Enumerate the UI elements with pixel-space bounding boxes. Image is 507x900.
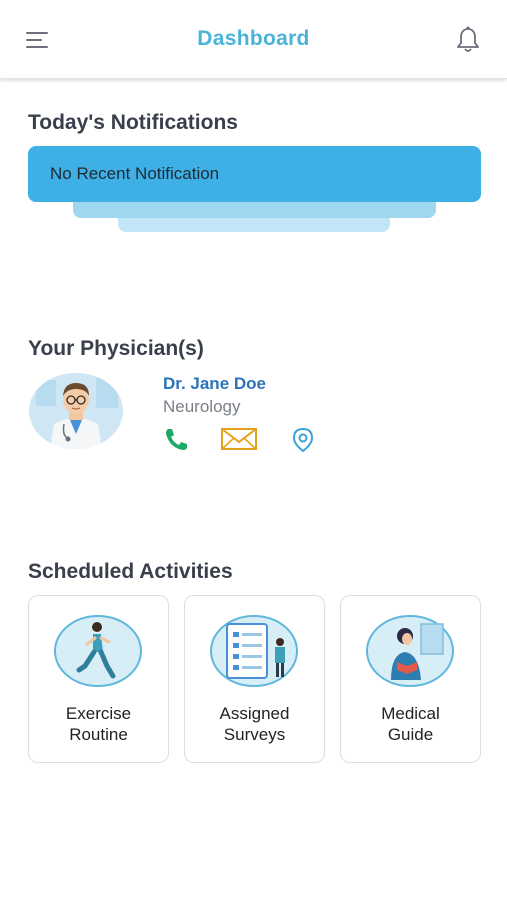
mail-icon[interactable] (220, 426, 258, 457)
physician-avatar (28, 372, 124, 450)
physicians-title: Your Physician(s) (28, 337, 204, 360)
notification-message: No Recent Notification (50, 164, 220, 183)
notifications-title: Today's Notifications (28, 111, 238, 134)
surveys-illustration (209, 614, 299, 688)
activity-card-guide[interactable]: Medical Guide (340, 595, 481, 763)
activity-label: Exercise Routine (65, 704, 132, 744)
app-header: Dashboard (0, 0, 507, 79)
physician-card: Dr. Jane Doe Neurology (28, 372, 488, 462)
notification-stack: No Recent Notification (28, 146, 481, 236)
notification-card[interactable]: No Recent Notification (28, 146, 481, 202)
activity-label: Assigned Surveys (219, 704, 290, 744)
page-title: Dashboard (197, 27, 310, 50)
guide-illustration (365, 614, 455, 688)
activities-grid: Exercise Routine Assigned Surveys Medica… (28, 595, 481, 763)
phone-icon[interactable] (162, 426, 192, 457)
exercise-illustration (53, 614, 143, 688)
bell-icon[interactable] (452, 24, 484, 56)
activity-label: Medical Guide (381, 704, 440, 744)
activity-card-exercise[interactable]: Exercise Routine (28, 595, 169, 763)
location-pin-icon[interactable] (288, 426, 318, 459)
activity-card-surveys[interactable]: Assigned Surveys (184, 595, 325, 763)
physician-specialty: Neurology (163, 397, 241, 416)
physician-name[interactable]: Dr. Jane Doe (163, 374, 266, 394)
activities-title: Scheduled Activities (28, 560, 233, 583)
